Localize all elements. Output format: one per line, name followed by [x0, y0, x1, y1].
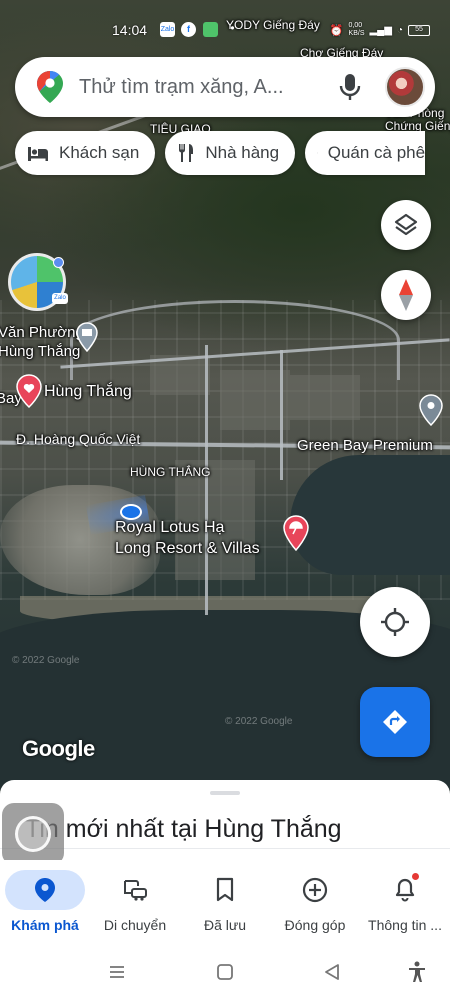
map-label-hoang-quoc-viet: Đ. Hoàng Quốc Việt [16, 431, 141, 447]
back-icon[interactable] [323, 963, 341, 981]
search-input[interactable]: Thử tìm trạm xăng, A... [79, 76, 337, 99]
recent-apps-icon[interactable] [108, 963, 126, 981]
sheet-title: Tin mới nhất tại Hùng Thắng [25, 815, 342, 843]
my-location-icon [381, 608, 409, 636]
nav-saved[interactable]: Đã lưu [180, 860, 270, 945]
assistive-touch-icon [15, 816, 51, 852]
layers-icon [394, 213, 418, 236]
bottom-navigation: Khám phá Di chuyển Đã lưu Đóng góp Thông… [0, 860, 450, 945]
map-label-green-bay[interactable]: Green Bay Premium [297, 437, 433, 455]
status-time: 14:04 [112, 22, 148, 38]
bed-icon [28, 147, 48, 161]
alarm-icon: ⏰ [329, 24, 344, 37]
commute-icon [124, 880, 147, 901]
map-label-royal-lotus[interactable]: Royal Lotus Hạ Long Resort & Villas [115, 517, 260, 559]
account-avatar[interactable] [385, 67, 425, 107]
map-copyright: © 2022 Google [12, 655, 80, 666]
search-bar[interactable]: Thử tìm trạm xăng, A... [15, 57, 435, 117]
map-label-hung-thang-area: HÙNG THẮNG [130, 465, 211, 479]
status-bar: 14:04 Zalo f • ⏰ 0,00 KB/S ▂▄▆ ◔ 55 [0, 0, 450, 40]
app-notification-icon [203, 22, 218, 37]
chip-label: Quán cà phê [327, 143, 426, 162]
nav-label: Đã lưu [203, 917, 247, 933]
nav-explore[interactable]: Khám phá [0, 860, 90, 945]
signal-icon: ▂▄▆ [369, 24, 392, 36]
add-circle-icon [302, 877, 328, 903]
nav-label: Khám phá [11, 917, 79, 933]
chip-label: Nhà hàng [205, 143, 280, 162]
wifi-icon: ◔ [396, 24, 403, 36]
accessibility-icon[interactable] [407, 961, 427, 983]
notification-dot [412, 873, 419, 880]
sheet-drag-handle[interactable] [210, 791, 240, 795]
assistive-touch-button[interactable] [2, 803, 64, 865]
map-road [280, 350, 283, 480]
nav-label: Thông tin ... [368, 917, 442, 933]
coffee-icon [317, 152, 318, 154]
chip-coffee[interactable]: Quán cà phê [305, 131, 426, 175]
category-chips: Khách sạn Nhà hàng Quán cà phê [15, 131, 426, 175]
bubble-badge-icon [53, 257, 64, 268]
chip-restaurants[interactable]: Nhà hàng [165, 131, 296, 175]
office-pin-icon[interactable] [76, 322, 98, 352]
map-water [290, 455, 450, 575]
explore-pin-icon [35, 878, 55, 902]
chip-label: Khách sạn [59, 143, 140, 162]
nav-contribute[interactable]: Đóng góp [270, 860, 360, 945]
battery-icon: 55 [408, 24, 430, 36]
restaurant-icon [179, 144, 194, 162]
map-view[interactable]: YODY Giếng Đáy Chợ Giếng Đáy TIÊU GIAO V… [0, 0, 450, 790]
nav-updates[interactable]: Thông tin ... [360, 860, 450, 945]
bell-icon [395, 878, 415, 902]
network-speed: 0,00 KB/S [348, 22, 365, 37]
compass-button[interactable] [381, 270, 431, 320]
map-label-van-phuong[interactable]: Văn Phường Hùng Thắng [0, 323, 84, 361]
directions-button[interactable] [360, 687, 430, 757]
nav-label: Đóng góp [284, 917, 346, 933]
bottom-sheet[interactable]: Tin mới nhất tại Hùng Thắng [0, 780, 450, 870]
map-layers-button[interactable] [381, 200, 431, 250]
bookmark-icon [216, 877, 234, 902]
directions-icon [383, 710, 407, 734]
location-pin-icon[interactable] [419, 394, 443, 426]
facebook-notification-icon: f [181, 22, 196, 37]
microphone-icon[interactable] [337, 72, 363, 102]
divider [0, 848, 450, 849]
map-road [70, 300, 400, 380]
compass-icon [399, 279, 413, 311]
map-label-hung-thang-bay[interactable]: Hùng Thắng [44, 383, 132, 401]
beach-umbrella-pin-icon[interactable] [283, 515, 309, 551]
map-copyright: © 2022 Google [225, 716, 293, 727]
my-location-button[interactable] [360, 587, 430, 657]
system-navigation-bar [0, 945, 450, 1000]
heart-pin-icon[interactable] [16, 374, 42, 408]
map-block [290, 375, 360, 420]
google-maps-logo-icon [37, 70, 63, 103]
zalo-notification-icon: Zalo [160, 22, 175, 37]
zalo-badge-icon: Zalo [52, 293, 68, 304]
more-notifications-icon: • [230, 21, 235, 35]
nav-commute[interactable]: Di chuyển [90, 860, 180, 945]
home-icon[interactable] [216, 963, 234, 981]
status-icons: ⏰ 0,00 KB/S ▂▄▆ ◔ 55 [330, 22, 430, 38]
nav-label: Di chuyển [103, 917, 167, 933]
google-watermark: Google [22, 736, 95, 761]
chip-hotels[interactable]: Khách sạn [15, 131, 156, 175]
